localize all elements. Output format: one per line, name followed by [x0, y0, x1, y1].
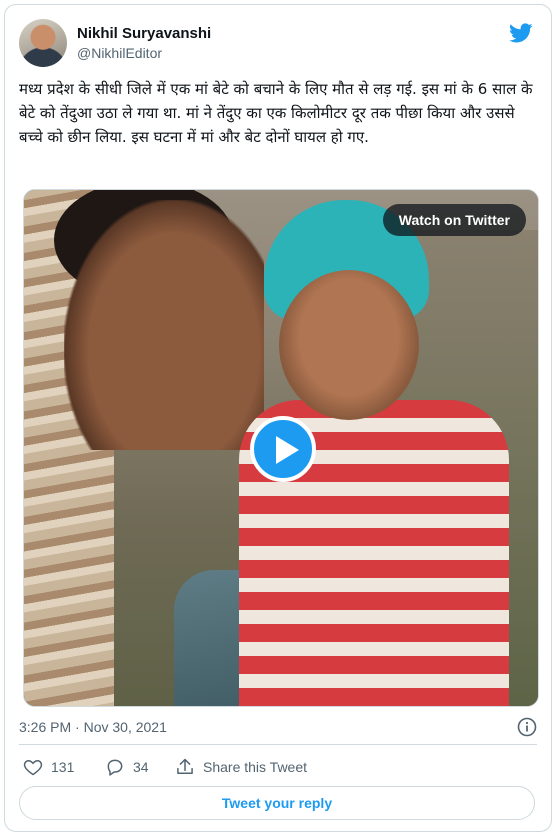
divider	[19, 744, 537, 745]
reply-count: 34	[133, 759, 149, 775]
share-action[interactable]: Share this Tweet	[175, 753, 307, 781]
tweet-meta: 3:26 PM · Nov 30, 2021	[19, 715, 537, 739]
tweet-timestamp[interactable]: 3:26 PM · Nov 30, 2021	[19, 719, 167, 735]
avatar[interactable]	[19, 19, 67, 67]
like-count: 131	[51, 759, 75, 775]
share-icon	[177, 758, 193, 774]
play-icon	[276, 436, 299, 464]
reply-action[interactable]: 34	[105, 753, 149, 781]
tweet-card: Nikhil Suryavanshi @NikhilEditor मध्य प्…	[4, 4, 552, 832]
reply-icon	[107, 759, 123, 776]
tweet-actions: 131 34 Share this Tweet	[19, 753, 537, 781]
tweet-your-reply-button[interactable]: Tweet your reply	[19, 786, 535, 820]
twitter-bird-icon[interactable]	[509, 21, 533, 45]
author-names[interactable]: Nikhil Suryavanshi @NikhilEditor	[77, 24, 211, 62]
author-handle[interactable]: @NikhilEditor	[77, 44, 211, 62]
like-action[interactable]: 131	[23, 753, 74, 781]
share-label: Share this Tweet	[203, 759, 308, 775]
play-button[interactable]	[250, 416, 316, 482]
tweet-text: मध्य प्रदेश के सीधी जिले में एक मां बेटे…	[19, 80, 533, 146]
tweet-header: Nikhil Suryavanshi @NikhilEditor	[19, 19, 537, 71]
video-media[interactable]: Watch on Twitter	[23, 189, 539, 707]
author-display-name[interactable]: Nikhil Suryavanshi	[77, 24, 211, 44]
watch-on-twitter-button[interactable]: Watch on Twitter	[382, 204, 526, 236]
info-icon[interactable]	[517, 717, 537, 737]
heart-icon	[23, 759, 43, 776]
